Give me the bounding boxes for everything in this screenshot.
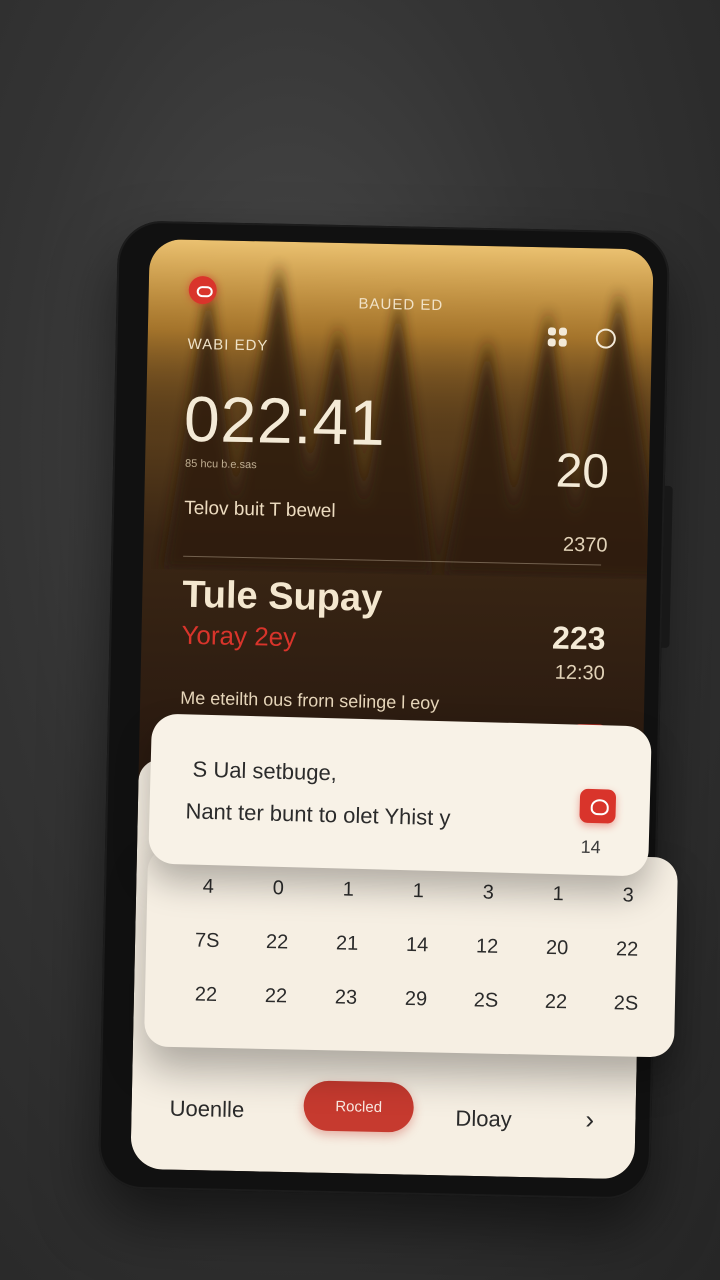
- calendar-day[interactable]: 29: [381, 987, 452, 1014]
- calendar-day[interactable]: 22: [242, 930, 313, 957]
- primary-button[interactable]: Rocled: [303, 1080, 415, 1133]
- calendar-day[interactable]: 22: [592, 938, 663, 965]
- calendar-day[interactable]: 0: [243, 876, 314, 903]
- subtitle-text: Telov buit T bewel: [183, 497, 336, 522]
- calendar-day[interactable]: 20: [522, 936, 593, 963]
- calendar-day[interactable]: 22: [171, 983, 242, 1010]
- bell-icon[interactable]: [579, 788, 617, 824]
- feature-paragraph: Me eteilth ous frorn selinge l eoy: [180, 687, 440, 714]
- calendar-day[interactable]: 1: [313, 878, 384, 905]
- calendar-day[interactable]: 3: [593, 884, 664, 911]
- bottom-left-label[interactable]: Uoenlle: [169, 1096, 244, 1124]
- calendar-day[interactable]: 2S: [451, 989, 522, 1016]
- calendar-day[interactable]: 3: [453, 881, 524, 908]
- calendar-day[interactable]: 22: [521, 990, 592, 1017]
- calendar-day[interactable]: 23: [311, 986, 382, 1013]
- chevron-right-icon[interactable]: ›: [585, 1104, 594, 1135]
- temperature-value: 20: [555, 444, 610, 499]
- calendar-day[interactable]: 14: [382, 933, 453, 960]
- notification-card[interactable]: S Ual setbuge, Nant ter bunt to olet Yhi…: [148, 713, 652, 877]
- feature-headline: Tule Supay: [181, 573, 383, 620]
- notification-title: S Ual setbuge,: [192, 756, 338, 786]
- feature-value: 223: [551, 619, 606, 657]
- calendar-day[interactable]: 1: [383, 879, 454, 906]
- bottom-right-label[interactable]: Dloay: [455, 1106, 512, 1133]
- day-label: WABI EDY: [187, 335, 269, 355]
- calendar-day[interactable]: 21: [312, 932, 383, 959]
- calendar-grid: 4 0 1 1 3 1 3 7S 22 21 14 12 20 22 22 22 23 29 2S 22 2S: [171, 875, 664, 1019]
- grid-icon[interactable]: [547, 327, 568, 347]
- calendar-card: 4 0 1 1 3 1 3 7S 22 21 14 12 20 22 22 22 23 29 2S 22 2S: [143, 846, 679, 1058]
- notification-count: 14: [580, 836, 601, 858]
- calendar-day[interactable]: 12: [452, 935, 523, 962]
- notification-body: Nant ter bunt to olet Yhist y: [185, 798, 451, 831]
- subtitle-value: 2370: [562, 533, 608, 557]
- feature-time: 12:30: [554, 661, 606, 685]
- calendar-day[interactable]: 4: [173, 875, 244, 902]
- bottom-bar: Uoenlle Rocled Dloay ›: [130, 1069, 636, 1180]
- calendar-day[interactable]: 2S: [591, 992, 662, 1019]
- calendar-day[interactable]: 1: [523, 882, 594, 909]
- calendar-day[interactable]: 7S: [172, 929, 243, 956]
- clock-caption: 85 hcu b.e.sas: [184, 457, 257, 472]
- feature-subheadline: Yoray 2ey: [181, 619, 297, 653]
- app-title: BAUED ED: [358, 295, 444, 315]
- side-button[interactable]: [661, 485, 673, 648]
- calendar-day[interactable]: 22: [241, 984, 312, 1011]
- clock-time: 022:41: [183, 382, 387, 459]
